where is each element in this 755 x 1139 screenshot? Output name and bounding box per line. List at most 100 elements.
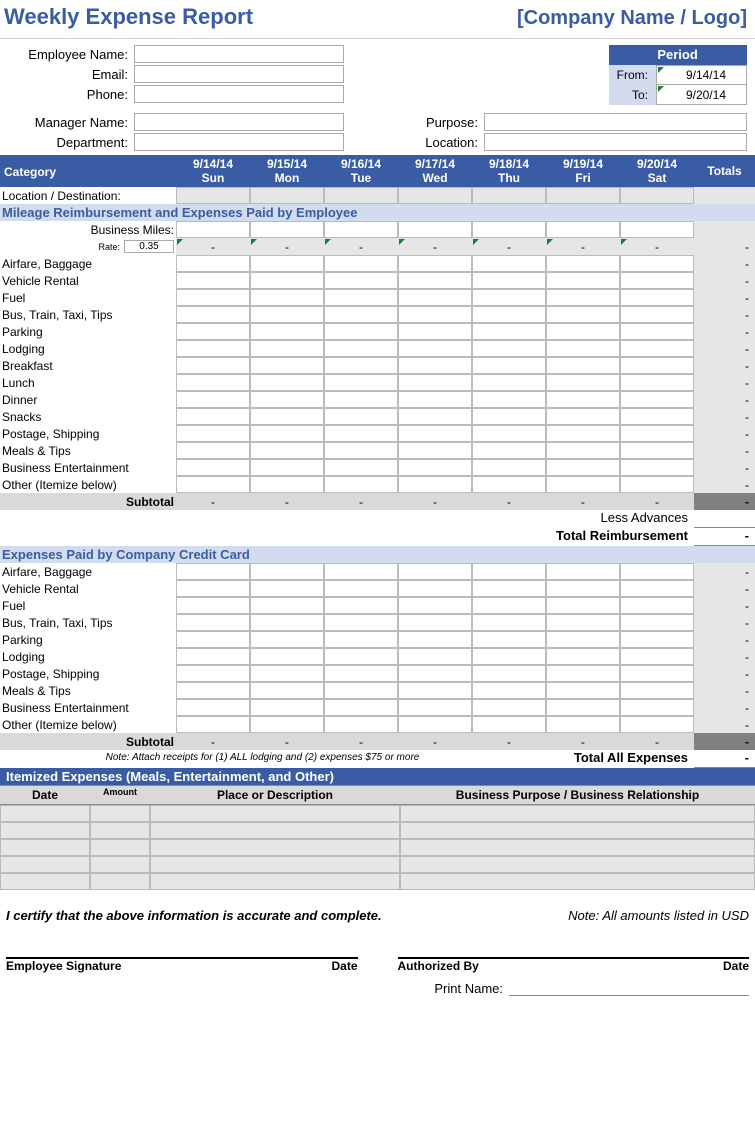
manager-name-input[interactable] [134,113,344,131]
section2-row-2-day-2[interactable] [324,597,398,614]
period-to-value[interactable]: 9/20/14 [657,85,747,105]
section1-row-5-day-6[interactable] [620,340,694,357]
section1-row-13-day-5[interactable] [546,476,620,493]
section2-row-3-day-2[interactable] [324,614,398,631]
section1-row-1-day-6[interactable] [620,272,694,289]
section1-row-0-day-5[interactable] [546,255,620,272]
section2-row-7-day-3[interactable] [398,682,472,699]
section1-row-3-day-1[interactable] [250,306,324,323]
section1-row-5-day-3[interactable] [398,340,472,357]
section1-row-3-day-6[interactable] [620,306,694,323]
print-name-line[interactable] [509,981,749,996]
section1-row-6-day-0[interactable] [176,357,250,374]
itemized-row-3-col-2[interactable] [150,856,400,873]
itemized-row-2-col-0[interactable] [0,839,90,856]
section1-row-5-day-2[interactable] [324,340,398,357]
section1-row-4-day-1[interactable] [250,323,324,340]
section1-row-3-day-2[interactable] [324,306,398,323]
section1-row-6-day-5[interactable] [546,357,620,374]
section1-row-11-day-3[interactable] [398,442,472,459]
section1-row-8-day-2[interactable] [324,391,398,408]
section1-row-12-day-1[interactable] [250,459,324,476]
section2-row-8-day-3[interactable] [398,699,472,716]
itemized-row-3-col-1[interactable] [90,856,150,873]
itemized-row-3-col-0[interactable] [0,856,90,873]
section1-row-11-day-1[interactable] [250,442,324,459]
section2-row-7-day-2[interactable] [324,682,398,699]
section2-row-5-day-4[interactable] [472,648,546,665]
business-miles-day-2[interactable] [324,221,398,238]
section2-row-6-day-0[interactable] [176,665,250,682]
itemized-row-1-col-3[interactable] [400,822,755,839]
period-from-value[interactable]: 9/14/14 [657,65,747,85]
section2-row-2-day-3[interactable] [398,597,472,614]
itemized-row-4-col-2[interactable] [150,873,400,890]
section1-row-11-day-2[interactable] [324,442,398,459]
section1-row-8-day-1[interactable] [250,391,324,408]
section1-row-1-day-5[interactable] [546,272,620,289]
section1-row-12-day-4[interactable] [472,459,546,476]
business-miles-day-6[interactable] [620,221,694,238]
section2-row-0-day-3[interactable] [398,563,472,580]
itemized-row-2-col-3[interactable] [400,839,755,856]
section1-row-5-day-1[interactable] [250,340,324,357]
section2-row-9-day-4[interactable] [472,716,546,733]
section1-row-6-day-2[interactable] [324,357,398,374]
itemized-row-3-col-3[interactable] [400,856,755,873]
section2-row-3-day-4[interactable] [472,614,546,631]
business-miles-day-1[interactable] [250,221,324,238]
section1-row-7-day-0[interactable] [176,374,250,391]
section1-row-7-day-2[interactable] [324,374,398,391]
section2-row-3-day-5[interactable] [546,614,620,631]
section2-row-5-day-3[interactable] [398,648,472,665]
section1-row-10-day-5[interactable] [546,425,620,442]
less-advances-value[interactable] [694,510,755,528]
itemized-row-1-col-1[interactable] [90,822,150,839]
business-miles-day-4[interactable] [472,221,546,238]
section2-row-7-day-6[interactable] [620,682,694,699]
section1-row-3-day-0[interactable] [176,306,250,323]
section2-row-8-day-6[interactable] [620,699,694,716]
section2-row-1-day-5[interactable] [546,580,620,597]
section2-row-4-day-3[interactable] [398,631,472,648]
section2-row-1-day-6[interactable] [620,580,694,597]
section2-row-3-day-0[interactable] [176,614,250,631]
section2-row-9-day-2[interactable] [324,716,398,733]
section2-row-9-day-0[interactable] [176,716,250,733]
section1-row-13-day-0[interactable] [176,476,250,493]
itemized-row-1-col-0[interactable] [0,822,90,839]
section1-row-1-day-2[interactable] [324,272,398,289]
itemized-row-4-col-0[interactable] [0,873,90,890]
itemized-row-1-col-2[interactable] [150,822,400,839]
section2-row-2-day-5[interactable] [546,597,620,614]
rate-input[interactable]: 0.35 [124,240,174,253]
email-input[interactable] [134,65,344,83]
location-destination-day-3[interactable] [398,187,472,204]
section1-row-7-day-1[interactable] [250,374,324,391]
section1-row-0-day-3[interactable] [398,255,472,272]
section2-row-5-day-5[interactable] [546,648,620,665]
section1-row-12-day-2[interactable] [324,459,398,476]
section1-row-13-day-6[interactable] [620,476,694,493]
section1-row-6-day-3[interactable] [398,357,472,374]
section1-row-11-day-0[interactable] [176,442,250,459]
purpose-input[interactable] [484,113,747,131]
section2-row-8-day-4[interactable] [472,699,546,716]
section2-row-0-day-1[interactable] [250,563,324,580]
section1-row-10-day-1[interactable] [250,425,324,442]
section2-row-8-day-1[interactable] [250,699,324,716]
section1-row-10-day-6[interactable] [620,425,694,442]
section2-row-1-day-1[interactable] [250,580,324,597]
section2-row-4-day-6[interactable] [620,631,694,648]
section1-row-2-day-3[interactable] [398,289,472,306]
section1-row-9-day-2[interactable] [324,408,398,425]
section1-row-9-day-0[interactable] [176,408,250,425]
section1-row-0-day-0[interactable] [176,255,250,272]
section1-row-8-day-3[interactable] [398,391,472,408]
section2-row-9-day-3[interactable] [398,716,472,733]
itemized-row-2-col-1[interactable] [90,839,150,856]
section2-row-8-day-5[interactable] [546,699,620,716]
section2-row-6-day-2[interactable] [324,665,398,682]
section1-row-10-day-0[interactable] [176,425,250,442]
section2-row-7-day-0[interactable] [176,682,250,699]
